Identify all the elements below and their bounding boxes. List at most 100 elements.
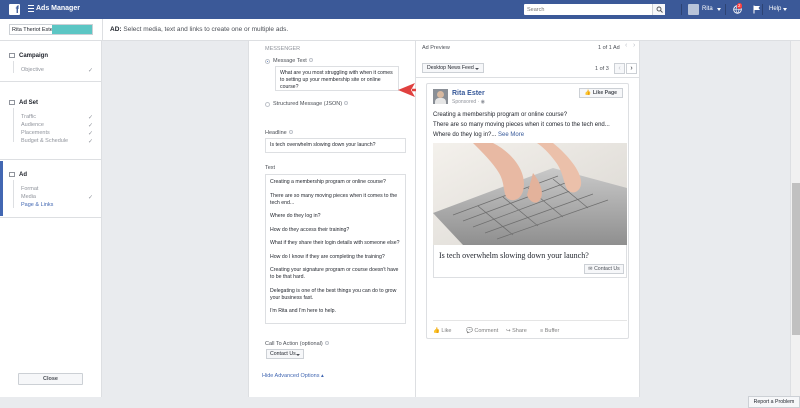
structured-message-label: Structured Message (JSON)	[273, 101, 349, 107]
text-area[interactable]: Creating a membership program or online …	[265, 174, 406, 324]
message-text-field[interactable]: What are you most struggling with when i…	[275, 66, 399, 91]
info-icon[interactable]	[344, 101, 349, 105]
message-text-radio[interactable]	[265, 59, 270, 64]
text-paragraph: I'm Rita and I'm here to help.	[270, 308, 336, 314]
post-line: Creating a membership program or online …	[433, 112, 568, 118]
chevron-down-icon[interactable]	[717, 8, 721, 11]
placement-dropdown[interactable]: Desktop News Feed	[422, 63, 484, 73]
text-paragraph: What if they share their login details w…	[270, 240, 400, 246]
post-line: There are so many moving pieces when it …	[433, 122, 610, 128]
messenger-label: MESSENGER	[265, 46, 301, 52]
page-avatar	[433, 89, 448, 104]
search-button[interactable]	[652, 4, 665, 15]
divider	[725, 4, 726, 15]
text-paragraph: Where do they log in?	[270, 213, 321, 219]
menu-icon[interactable]	[28, 5, 34, 13]
chevron-right-icon[interactable]: ›	[633, 42, 635, 49]
sidebar-item-placements[interactable]: Placements	[21, 130, 50, 136]
previous-placement-button[interactable]: ‹	[614, 63, 625, 74]
sub-header: Rita Theriot Ester AD: Select media, tex…	[0, 19, 800, 41]
sidebar-item-format[interactable]: Format	[21, 186, 38, 192]
divider	[0, 81, 101, 82]
chevron-left-icon[interactable]: ‹	[625, 42, 627, 49]
divider	[681, 4, 682, 15]
tree-line	[13, 108, 14, 142]
account-name: Rita Theriot Ester	[12, 27, 55, 33]
sidebar-item-media[interactable]: Media	[21, 194, 36, 200]
text-paragraph: Creating a membership program or online …	[270, 179, 386, 185]
divider	[762, 4, 763, 15]
left-nav: Campaign Objective ✓ Ad Set Traffic ✓ Au…	[0, 41, 102, 397]
sidebar-item-budget-schedule[interactable]: Budget & Schedule	[21, 138, 68, 144]
text-paragraph: How do I know if they are completing the…	[270, 253, 385, 260]
message-text-label: Message Text	[273, 58, 313, 64]
nav-heading-campaign[interactable]: Campaign	[9, 53, 48, 59]
like-page-button[interactable]: 👍 Like Page	[579, 88, 623, 98]
divider	[102, 19, 103, 41]
check-icon: ✓	[88, 139, 94, 145]
facebook-logo-icon[interactable]: f	[9, 4, 20, 15]
text-paragraph: There are so many moving pieces when it …	[270, 192, 398, 206]
link-caption[interactable]: Is tech overwhelm slowing down your laun…	[433, 245, 627, 278]
close-button[interactable]: Close	[18, 373, 83, 385]
report-problem-button[interactable]: Report a Problem	[748, 396, 800, 408]
check-icon: ✓	[88, 123, 94, 129]
contact-us-button[interactable]: ✉ Contact Us	[584, 264, 624, 274]
divider	[0, 217, 101, 218]
folder-icon	[9, 53, 15, 58]
check-icon: ✓	[88, 195, 94, 201]
placement-count: 1 of 3	[595, 66, 609, 72]
search-input[interactable]	[524, 4, 644, 15]
globe-icon: ◉	[480, 99, 486, 105]
page-name[interactable]: Rita Ester	[452, 90, 485, 97]
tree-line	[13, 180, 14, 208]
user-name[interactable]: Rita	[702, 6, 713, 12]
text-paragraph: Delegating is one of the best things you…	[270, 287, 397, 301]
sidebar-item-audience[interactable]: Audience	[21, 122, 44, 128]
search-box	[524, 4, 665, 15]
text-paragraph: Creating your signature program or cours…	[270, 267, 399, 280]
check-icon: ✓	[88, 115, 94, 121]
chevron-down-icon	[296, 354, 300, 356]
flag-icon[interactable]	[753, 5, 761, 14]
hide-advanced-options-link[interactable]: Hide Advanced Options ▴	[262, 373, 324, 379]
chevron-down-icon[interactable]	[783, 8, 787, 11]
nav-heading-ad[interactable]: Ad	[9, 172, 27, 178]
text-paragraph: How do they access their training?	[270, 226, 350, 233]
scrollbar[interactable]	[790, 41, 800, 408]
sidebar-item-traffic[interactable]: Traffic	[21, 114, 36, 120]
account-highlight	[52, 25, 92, 34]
divider	[416, 77, 640, 78]
nav-heading-adset[interactable]: Ad Set	[9, 100, 38, 106]
help-link[interactable]: Help	[769, 6, 781, 12]
cta-dropdown[interactable]: Contact Us	[266, 349, 304, 359]
info-icon[interactable]	[288, 130, 293, 134]
avatar[interactable]	[688, 4, 699, 15]
ad-headline: Is tech overwhelm slowing down your laun…	[439, 251, 589, 260]
app-title[interactable]: Ads Manager	[36, 5, 80, 12]
account-selector[interactable]: Rita Theriot Ester	[9, 24, 93, 35]
notification-badge: 2	[737, 3, 742, 9]
page-title: AD: Select media, text and links to crea…	[110, 26, 288, 33]
comment-action[interactable]: 💬 Comment	[466, 328, 498, 334]
top-bar: f Ads Manager Rita 2 Help	[0, 0, 800, 19]
share-action[interactable]: ↪ Share	[506, 328, 527, 334]
ad-preview-card: Rita Ester Sponsored · ◉ 👍 Like Page Cre…	[426, 83, 629, 339]
sidebar-item-page-links[interactable]: Page & Links	[21, 202, 53, 208]
chevron-down-icon	[475, 68, 479, 70]
like-action[interactable]: 👍 Like	[433, 328, 451, 334]
info-icon[interactable]	[308, 58, 313, 62]
sponsored-label: Sponsored · ◉	[452, 99, 486, 105]
ad-image	[433, 143, 627, 245]
sidebar-item-objective[interactable]: Objective	[21, 67, 44, 73]
structured-message-radio[interactable]	[265, 102, 270, 107]
page-title-prefix: AD:	[110, 26, 122, 33]
headline-input[interactable]: Is tech overwhelm slowing down your laun…	[265, 138, 406, 153]
buffer-action[interactable]: ≡ Buffer	[540, 328, 559, 334]
ad-count: 1 of 1 Ad	[598, 45, 620, 51]
info-icon[interactable]	[324, 341, 329, 345]
divider	[0, 159, 101, 160]
see-more-link[interactable]: See More	[498, 132, 524, 138]
scrollbar-thumb[interactable]	[792, 183, 800, 335]
next-placement-button[interactable]: ›	[626, 63, 637, 74]
